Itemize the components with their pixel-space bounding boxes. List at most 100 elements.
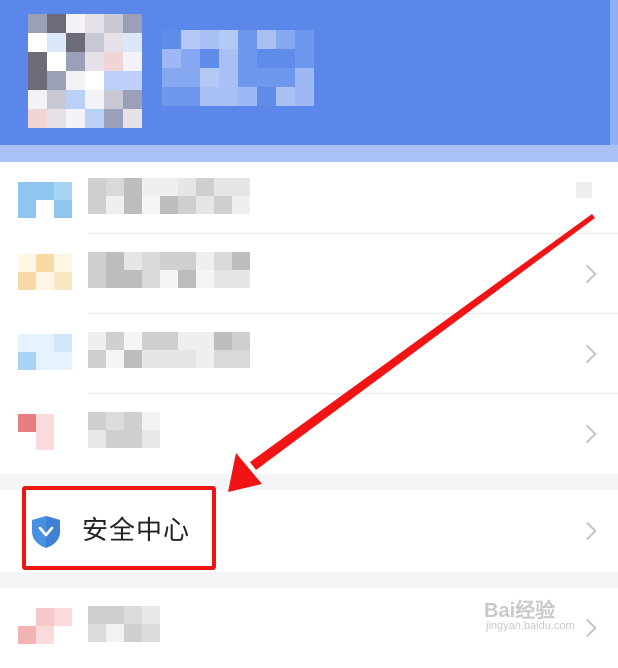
mosaic-cell bbox=[142, 350, 160, 368]
mosaic-cell bbox=[142, 252, 160, 270]
mosaic-cell bbox=[257, 30, 276, 49]
mosaic-cell bbox=[295, 87, 314, 106]
mosaic-cell bbox=[124, 196, 142, 214]
mosaic-cell bbox=[142, 332, 160, 350]
mosaic-cell bbox=[28, 71, 47, 90]
avatar[interactable] bbox=[28, 14, 144, 130]
mosaic-cell bbox=[219, 30, 238, 49]
mosaic-cell bbox=[181, 30, 200, 49]
menu-item-label-blurred bbox=[88, 332, 258, 372]
mosaic-cell bbox=[66, 109, 85, 128]
mosaic-cell bbox=[238, 87, 257, 106]
mosaic-cell bbox=[124, 412, 142, 430]
mosaic-cell bbox=[28, 33, 47, 52]
mosaic-cell bbox=[257, 49, 276, 68]
mosaic-cell bbox=[104, 33, 123, 52]
watermark-site: jingyan.baidu.com bbox=[486, 620, 575, 632]
mosaic-cell bbox=[196, 270, 214, 288]
mosaic-cell bbox=[162, 30, 181, 49]
mosaic-cell bbox=[28, 52, 47, 71]
header-bottom-band bbox=[0, 145, 618, 162]
mosaic-cell bbox=[36, 432, 54, 450]
mosaic-cell bbox=[160, 332, 178, 350]
mosaic-cell bbox=[47, 90, 66, 109]
mosaic-cell bbox=[54, 432, 72, 450]
profile-header[interactable] bbox=[0, 0, 618, 162]
mosaic-cell bbox=[106, 178, 124, 196]
chevron-right-icon bbox=[578, 344, 597, 364]
menu-item-icon bbox=[18, 182, 72, 222]
mosaic-cell bbox=[54, 182, 72, 200]
mosaic-cell bbox=[200, 87, 219, 106]
mosaic-cell bbox=[36, 272, 54, 290]
baidu-jingyan-watermark: Bai经验 jingyan.baidu.com bbox=[484, 594, 604, 638]
mosaic-cell bbox=[123, 52, 142, 71]
mosaic-cell bbox=[196, 332, 214, 350]
mosaic-cell bbox=[88, 178, 106, 196]
mosaic-cell bbox=[295, 49, 314, 68]
mosaic-cell bbox=[200, 49, 219, 68]
mosaic-cell bbox=[88, 252, 106, 270]
menu-row-3[interactable] bbox=[0, 314, 618, 394]
mosaic-cell bbox=[36, 334, 54, 352]
mosaic-cell bbox=[54, 334, 72, 352]
mosaic-cell bbox=[66, 33, 85, 52]
mosaic-cell bbox=[123, 71, 142, 90]
mosaic-cell bbox=[36, 200, 54, 218]
menu-row-2[interactable] bbox=[0, 234, 618, 314]
mosaic-cell bbox=[54, 352, 72, 370]
mosaic-cell bbox=[88, 350, 106, 368]
mosaic-cell bbox=[47, 52, 66, 71]
mosaic-cell bbox=[124, 606, 142, 624]
mosaic-cell bbox=[232, 196, 250, 214]
menu-row-1[interactable] bbox=[0, 162, 618, 234]
mosaic-cell bbox=[18, 432, 36, 450]
mosaic-cell bbox=[85, 90, 104, 109]
mosaic-cell bbox=[106, 624, 124, 642]
menu-item-icon bbox=[18, 254, 72, 294]
mosaic-cell bbox=[124, 252, 142, 270]
menu-row-4[interactable] bbox=[0, 394, 618, 474]
mosaic-cell bbox=[104, 14, 123, 33]
mosaic-cell bbox=[85, 52, 104, 71]
mosaic-cell bbox=[104, 90, 123, 109]
mosaic-cell bbox=[238, 49, 257, 68]
mosaic-cell bbox=[181, 87, 200, 106]
mosaic-cell bbox=[28, 109, 47, 128]
highlight-box bbox=[22, 486, 216, 570]
mosaic-cell bbox=[36, 254, 54, 272]
mosaic-cell bbox=[238, 30, 257, 49]
mosaic-cell bbox=[178, 252, 196, 270]
mosaic-cell bbox=[123, 90, 142, 109]
mosaic-cell bbox=[106, 270, 124, 288]
mosaic-cell bbox=[232, 270, 250, 288]
mosaic-cell bbox=[142, 624, 160, 642]
mosaic-cell bbox=[36, 626, 54, 644]
mosaic-cell bbox=[219, 68, 238, 87]
mosaic-cell bbox=[181, 68, 200, 87]
mosaic-cell bbox=[36, 352, 54, 370]
mosaic-cell bbox=[106, 606, 124, 624]
mosaic-cell bbox=[88, 624, 106, 642]
mosaic-cell bbox=[28, 90, 47, 109]
mosaic-cell bbox=[295, 30, 314, 49]
menu-item-icon bbox=[18, 608, 72, 648]
mosaic-cell bbox=[124, 178, 142, 196]
menu-row-1-indicator bbox=[576, 182, 592, 198]
mosaic-cell bbox=[123, 33, 142, 52]
mosaic-cell bbox=[124, 270, 142, 288]
mosaic-cell bbox=[47, 14, 66, 33]
mosaic-cell bbox=[200, 30, 219, 49]
mosaic-cell bbox=[200, 68, 219, 87]
mosaic-cell bbox=[162, 49, 181, 68]
mosaic-cell bbox=[18, 352, 36, 370]
watermark-brand: Bai经验 bbox=[484, 600, 556, 622]
mosaic-cell bbox=[123, 14, 142, 33]
mosaic-cell bbox=[160, 178, 178, 196]
mosaic-cell bbox=[124, 350, 142, 368]
mosaic-cell bbox=[276, 49, 295, 68]
mosaic-cell bbox=[181, 49, 200, 68]
mosaic-cell bbox=[54, 414, 72, 432]
mosaic-cell bbox=[214, 252, 232, 270]
mosaic-cell bbox=[18, 414, 36, 432]
